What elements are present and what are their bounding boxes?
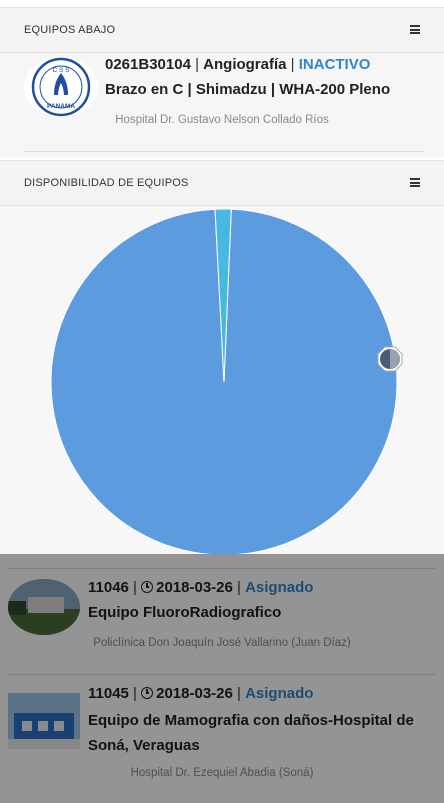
- item-title-line: 11045 | 2018-03-26 | Asignado: [88, 685, 314, 702]
- item-date: 2018-03-26: [156, 685, 233, 702]
- item-location: Policlínica Don Joaquín José Vallarino (…: [93, 637, 351, 649]
- item-title: Equipo de Mamografia con daños-Hospital …: [88, 712, 414, 754]
- panel-header-down: EQUIPOS ABAJO: [0, 7, 444, 53]
- item-title: Equipo FluoroRadiografico: [88, 604, 282, 621]
- equipment-type: Angiografía: [203, 56, 287, 73]
- equipment-photo: [8, 579, 80, 635]
- item-id: 11045: [88, 685, 129, 702]
- status-badge: INACTIVO: [298, 56, 371, 73]
- panel-title: DISPONIBILIDAD DE EQUIPOS: [24, 177, 189, 189]
- equipment-code: 0261B30104: [105, 56, 191, 73]
- panel-header-availability: DISPONIBILIDAD DE EQUIPOS: [0, 160, 444, 206]
- status-badge: Asignado: [245, 579, 314, 596]
- pie-chart: [50, 208, 403, 556]
- clock-icon: [141, 687, 154, 699]
- equipment-photo: [8, 693, 80, 749]
- divider: [24, 151, 424, 152]
- status-badge: Asignado: [245, 685, 314, 702]
- chart-context-button[interactable]: [377, 346, 403, 372]
- item-title-line: 11046 | 2018-03-26 | Asignado: [88, 579, 314, 596]
- panel-title: EQUIPOS ABAJO: [24, 24, 116, 36]
- logo-text-bottom: PANAMA: [47, 103, 75, 110]
- availability-chart: [0, 206, 444, 556]
- clock-icon: [141, 581, 154, 593]
- logo-text-top: C S S: [53, 67, 71, 74]
- item-location: Hospital Dr. Ezequiel Abadia (Soná): [130, 767, 314, 779]
- down-equipment-card[interactable]: C S S PANAMA 0261B30104 | Angiografía | …: [0, 53, 444, 157]
- equipment-location: Hospital Dr. Gustavo Nelson Collado Ríos: [115, 114, 329, 126]
- item-id: 11046: [88, 579, 129, 596]
- menu-icon[interactable]: [410, 25, 420, 34]
- menu-icon[interactable]: [410, 178, 420, 187]
- list-item[interactable]: 11046 | 2018-03-26 | Asignado Equipo Flu…: [0, 569, 444, 673]
- css-logo: C S S PANAMA: [24, 57, 98, 117]
- equipment-desc: Brazo en C | Shimadzu | WHA-200 Pleno: [105, 81, 391, 98]
- list-item[interactable]: 11045 | 2018-03-26 | Asignado Equipo de …: [0, 675, 444, 803]
- item-date: 2018-03-26: [156, 579, 233, 596]
- equipment-title-line: 0261B30104 | Angiografía | INACTIVO: [105, 56, 371, 73]
